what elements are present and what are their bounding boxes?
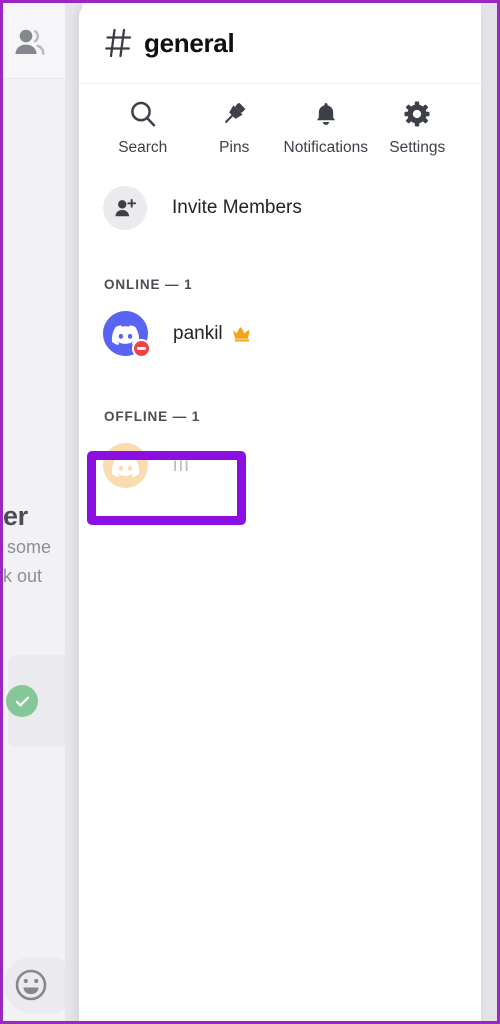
page-title: general [144, 27, 235, 58]
bell-icon [312, 98, 340, 130]
hash-icon [104, 26, 134, 60]
pin-icon [220, 98, 248, 130]
tab-notifications[interactable]: Notifications [280, 98, 372, 157]
online-section-header: ONLINE — 1 [104, 277, 193, 292]
tab-search[interactable]: Search [97, 98, 189, 157]
member-list-panel: general Search Pins Notifications Settin… [79, 3, 481, 1021]
invite-members-button[interactable]: Invite Members [79, 180, 481, 236]
person-add-icon [103, 186, 147, 230]
invite-members-label: Invite Members [172, 197, 302, 218]
tab-notifications-label: Notifications [283, 139, 368, 156]
search-icon [128, 98, 158, 130]
member-name-offline: iii [173, 454, 191, 476]
screenshot-root: er some k out general Search Pins Notifi… [0, 0, 500, 1024]
channel-toolbar: Search Pins Notifications Settings [79, 84, 481, 180]
background-chat-column: er some k out [3, 3, 82, 1021]
do-not-disturb-icon [132, 339, 151, 358]
panel-gutter [481, 3, 497, 1021]
avatar [103, 311, 151, 358]
check-circle-icon [6, 685, 38, 717]
crown-icon [232, 326, 252, 342]
members-icon[interactable] [13, 27, 47, 57]
tab-settings-label: Settings [389, 139, 446, 156]
emoji-icon[interactable] [13, 967, 49, 1003]
tab-pins[interactable]: Pins [189, 98, 281, 157]
member-name-online: pankil [173, 322, 223, 344]
panel-header: general [79, 3, 481, 84]
tab-search-label: Search [118, 139, 168, 156]
tab-settings[interactable]: Settings [372, 98, 464, 157]
gear-icon [403, 98, 431, 130]
member-row-online[interactable]: pankil [79, 304, 481, 363]
offline-section-header: OFFLINE — 1 [104, 409, 201, 424]
avatar [103, 443, 148, 488]
tab-pins-label: Pins [219, 139, 250, 156]
member-row-offline[interactable]: iii [79, 436, 481, 495]
discord-logo-avatar [103, 443, 148, 488]
